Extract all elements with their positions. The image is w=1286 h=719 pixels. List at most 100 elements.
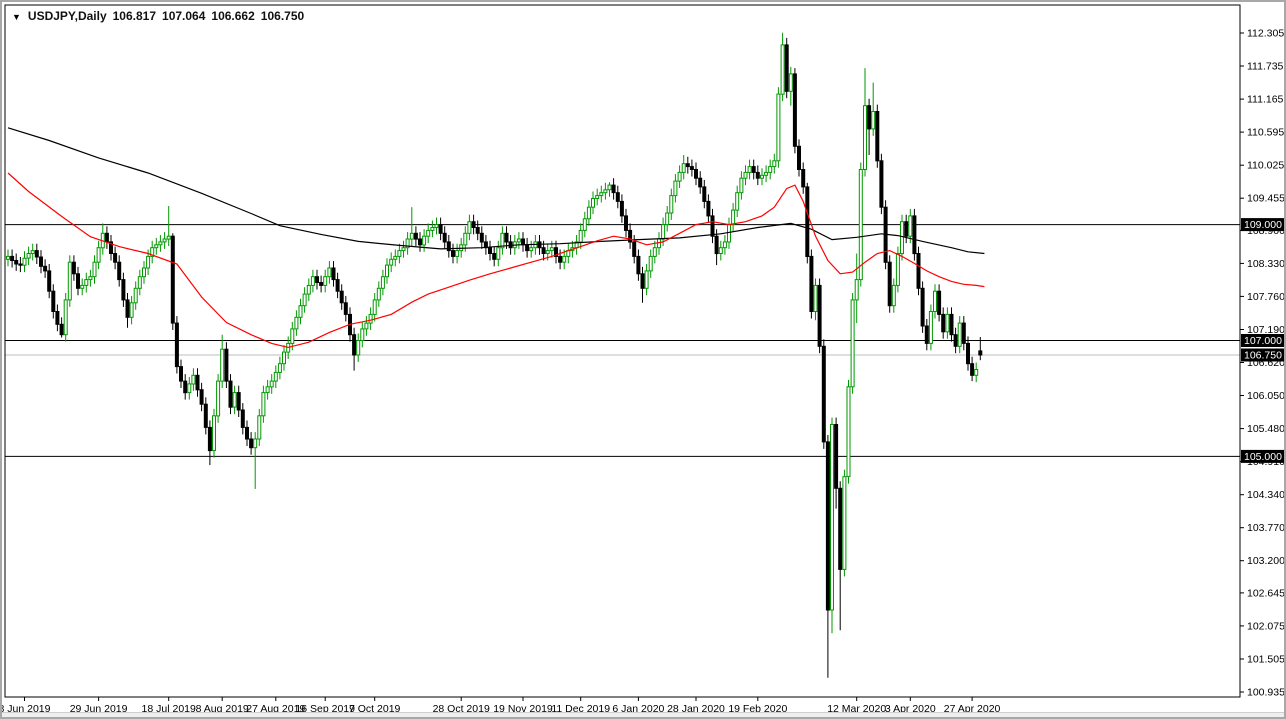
bear-candle-body (615, 192, 620, 202)
bear-candle-body (924, 325, 929, 344)
y-axis-label: 110.595 (1247, 127, 1284, 139)
bear-candle-body (817, 284, 822, 347)
y-axis-label: 102.075 (1247, 620, 1284, 632)
bull-candle-body (393, 255, 398, 260)
bear-candle-body (55, 311, 60, 325)
bull-candle-body (644, 270, 649, 289)
bear-candle-body (315, 276, 319, 284)
chart-header: ▼ USDJPY,Daily 106.817 107.064 106.662 106.75… (12, 9, 304, 23)
bear-candle-body (821, 345, 826, 443)
price-badge-label: 109.000 (1244, 219, 1282, 231)
bull-candle-body (760, 174, 764, 179)
bull-candle-body (776, 93, 781, 162)
bull-candle-body (578, 229, 583, 243)
ohlc-open-value: 106.817 (112, 9, 157, 23)
bull-candle-body (842, 476, 847, 570)
bull-candle-body (496, 247, 501, 260)
bull-candle-body (356, 340, 361, 356)
bear-candle-body (236, 392, 241, 411)
bull-candle-body (368, 313, 373, 324)
bear-candle-body (18, 263, 23, 266)
bear-candle-body (805, 186, 810, 257)
bull-candle-body (747, 166, 752, 173)
bull-candle-body (681, 163, 686, 173)
bull-candle-body (96, 247, 101, 263)
price-chart[interactable]: 112.305 111.735 111.165 110.595 110.025 109.4… (2, 2, 1284, 717)
bear-candle-body (113, 253, 118, 263)
bull-candle-body (957, 322, 962, 347)
bull-candle-body (364, 322, 369, 330)
bull-candle-body (648, 255, 653, 272)
bear-candle-body (636, 255, 641, 275)
y-axis-label: 109.455 (1247, 193, 1284, 205)
bull-candle-body (166, 235, 171, 240)
bear-candle-body (339, 290, 344, 304)
bear-candle-body (792, 73, 797, 147)
bear-candle-body (224, 348, 229, 382)
bull-candle-body (739, 177, 744, 194)
bull-candle-body (603, 189, 608, 194)
y-axis-label: 100.935 (1247, 687, 1284, 699)
bull-candle-body (591, 198, 595, 208)
bull-candle-body (595, 195, 600, 200)
bull-candle-body (772, 160, 777, 168)
bull-candle-body (88, 276, 93, 281)
bull-candle-body (895, 253, 900, 286)
bull-candle-body (661, 224, 666, 240)
bear-candle-body (916, 253, 921, 289)
bull-candle-body (582, 218, 587, 231)
bull-candle-body (735, 192, 740, 211)
y-axis-label: 101.505 (1247, 654, 1284, 666)
bull-candle-body (549, 247, 554, 252)
bear-candle-body (71, 261, 76, 275)
bull-candle-body (768, 166, 773, 173)
bear-candle-body (451, 250, 455, 257)
bear-candle-body (619, 200, 624, 217)
bear-candle-body (525, 244, 530, 252)
bear-candle-body (179, 366, 183, 382)
bear-candle-body (966, 342, 970, 365)
chart-plot-area[interactable] (5, 5, 1240, 697)
bull-candle-body (133, 287, 138, 304)
bear-candle-body (714, 235, 719, 255)
symbol-timeframe-label: USDJPY,Daily (27, 9, 107, 23)
bull-candle-body (397, 250, 402, 257)
bear-candle-body (949, 313, 954, 336)
bear-candle-body (698, 177, 703, 188)
bear-candle-body (640, 273, 645, 289)
ohlc-close-value: 106.750 (260, 9, 305, 23)
bear-candle-body (632, 241, 637, 257)
bear-candle-body (970, 363, 975, 376)
bull-candle-body (764, 171, 769, 176)
bear-candle-body (953, 334, 958, 347)
bear-candle-body (10, 255, 15, 261)
bull-candle-body (154, 244, 159, 249)
bull-candle-body (22, 257, 27, 266)
bull-candle-body (310, 276, 315, 286)
y-axis-label: 106.050 (1247, 390, 1284, 402)
bull-candle-body (863, 105, 867, 170)
bull-candle-body (6, 255, 10, 260)
bull-candle-body (516, 238, 521, 243)
bull-candle-body (67, 261, 72, 301)
bear-candle-body (34, 250, 39, 258)
bear-candle-body (117, 261, 122, 281)
y-axis-label: 111.165 (1247, 94, 1284, 106)
bull-candle-body (298, 305, 303, 318)
bull-candle-body (422, 235, 427, 246)
bear-candle-body (867, 105, 872, 130)
bear-candle-body (702, 186, 707, 202)
bear-candle-body (825, 441, 830, 611)
bull-candle-body (323, 276, 328, 286)
bear-candle-body (611, 184, 616, 194)
bull-candle-body (846, 386, 851, 478)
bear-candle-body (784, 44, 789, 92)
bull-candle-body (933, 290, 937, 313)
bull-candle-body (813, 284, 818, 312)
bear-candle-body (624, 215, 628, 231)
bull-candle-body (463, 232, 468, 246)
symbol-dropdown-icon[interactable]: ▼ (12, 12, 21, 22)
bear-candle-body (541, 247, 546, 254)
bull-candle-body (142, 267, 146, 278)
bull-candle-body (858, 169, 863, 281)
